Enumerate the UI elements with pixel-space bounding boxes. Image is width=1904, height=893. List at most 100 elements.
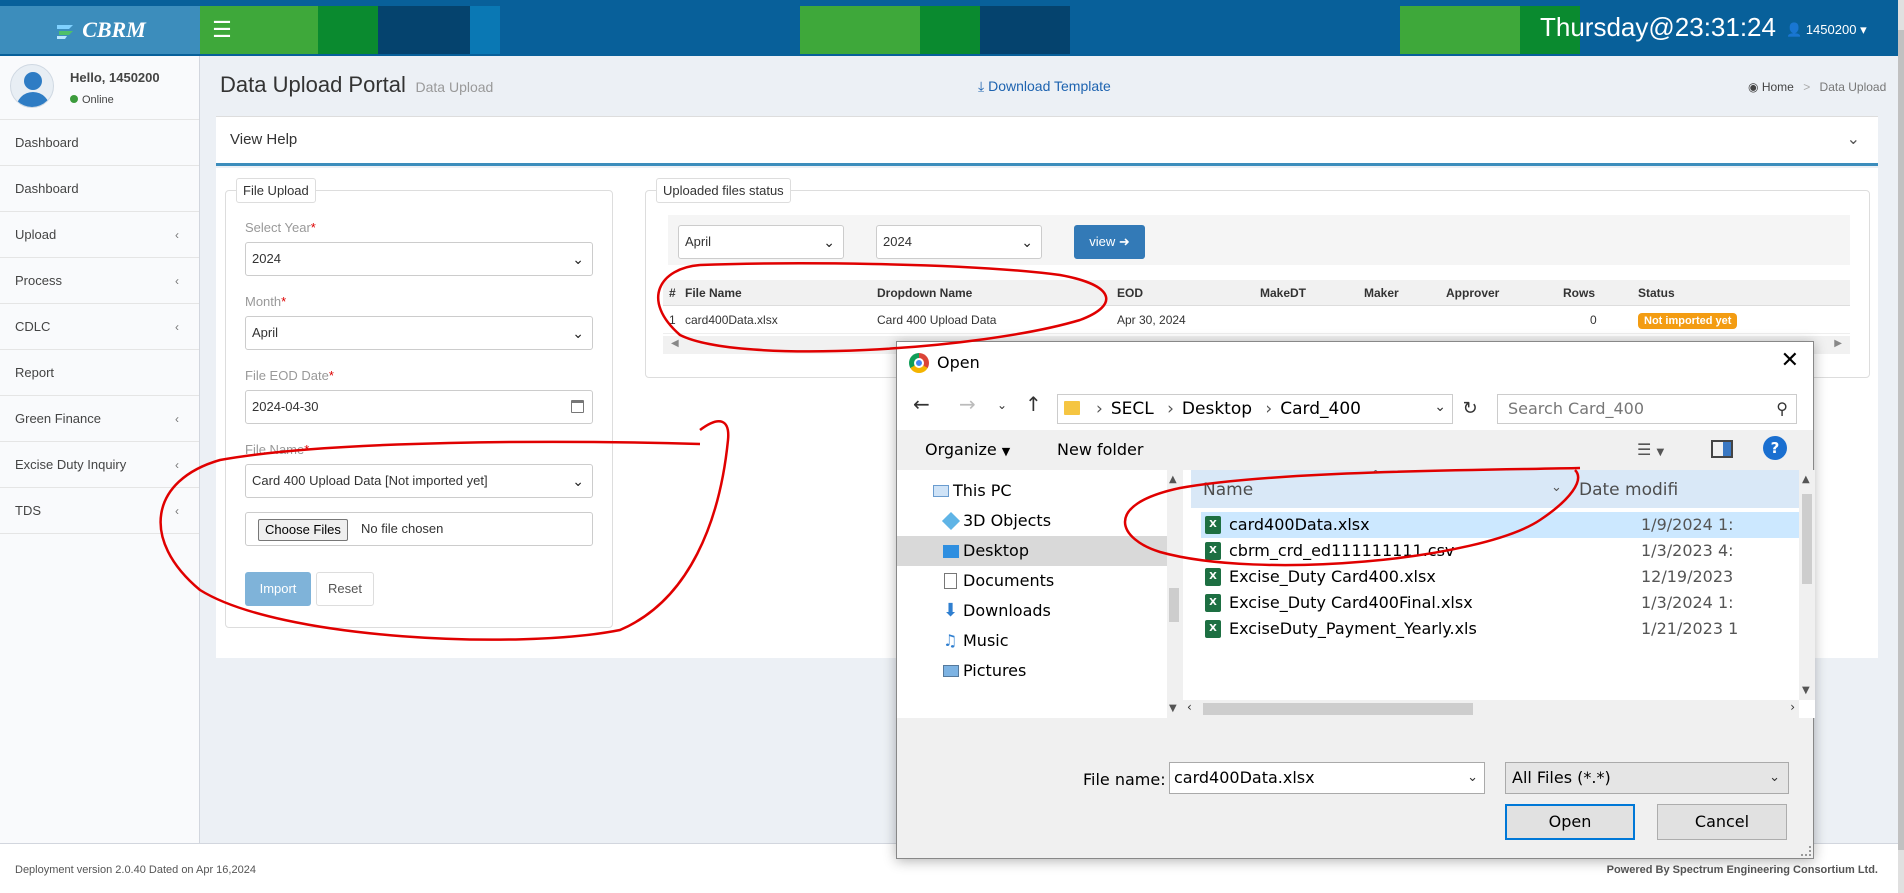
resize-grip-icon[interactable] <box>1801 846 1811 856</box>
tree-item-desktop[interactable]: Desktop <box>897 536 1167 566</box>
sidebar-item-green-finance[interactable]: Green Finance ‹ <box>0 396 199 442</box>
column-header-file-name: File Name <box>685 286 742 300</box>
sidebar-item-report[interactable]: Report <box>0 350 199 396</box>
change-view-icon[interactable]: ☰ ▼ <box>1637 440 1664 459</box>
scroll-down-icon[interactable]: ▼ <box>1802 685 1810 696</box>
sidebar-item-dashboard[interactable]: Dashboard <box>0 120 199 166</box>
reset-button[interactable]: Reset <box>316 572 374 606</box>
status-month-select[interactable]: April ⌄ <box>678 225 844 259</box>
status-year-select[interactable]: 2024 ⌄ <box>876 225 1042 259</box>
tree-item-documents[interactable]: Documents <box>897 566 1167 596</box>
download-template-link[interactable]: ⤓ Download Template <box>978 78 1111 95</box>
year-select[interactable]: 2024 ⌄ <box>245 242 593 276</box>
tree-item-downloads[interactable]: ⬇ Downloads <box>897 596 1167 626</box>
import-button[interactable]: Import <box>245 572 311 606</box>
file-name-select[interactable]: Card 400 Upload Data [Not imported yet] ⌄ <box>245 464 593 498</box>
refresh-icon[interactable]: ↻ <box>1457 394 1483 424</box>
scroll-left-icon[interactable]: ◀ <box>671 338 679 349</box>
file-row[interactable]: X cbrm_crd_ed111111111.csv <box>1201 538 1629 564</box>
file-row[interactable]: X Excise_Duty Card400.xlsx <box>1201 564 1629 590</box>
back-arrow-icon[interactable]: ← <box>913 392 930 416</box>
scroll-up-icon[interactable]: ▲ <box>1802 474 1810 485</box>
tree-item-3d-objects[interactable]: 3D Objects <box>897 506 1167 536</box>
file-row-date-cell[interactable]: 1/9/2024 1: <box>1629 512 1799 538</box>
file-row-date-cell[interactable]: 1/3/2023 4: <box>1629 538 1799 564</box>
scroll-right-icon[interactable]: › <box>1790 700 1795 714</box>
sidebar-item-tds[interactable]: TDS ‹ <box>0 488 199 534</box>
file-type-value: All Files (*.*) <box>1512 768 1611 787</box>
file-list-scrollbar-thumb[interactable] <box>1802 494 1812 584</box>
tree-item-this-pc[interactable]: This PC <box>897 476 1167 506</box>
search-input[interactable]: Search Card_400 ⚲ <box>1497 394 1797 424</box>
file-type-select[interactable]: All Files (*.*) ⌄ <box>1505 762 1789 794</box>
breadcrumb-home[interactable]: Home <box>1762 80 1794 94</box>
file-row-date-cell[interactable]: 12/19/2023 <box>1629 564 1799 590</box>
forward-arrow-icon[interactable]: → <box>959 392 976 416</box>
scroll-down-icon[interactable]: ▼ <box>1169 703 1177 714</box>
view-button[interactable]: view ➜ <box>1074 225 1145 259</box>
tree-item-music[interactable]: ♫ Music <box>897 626 1167 656</box>
user-panel: Hello, 1450200 Online <box>0 56 199 120</box>
file-date: 1/21/2023 1 <box>1641 619 1739 638</box>
scroll-left-icon[interactable]: ‹ <box>1187 700 1192 714</box>
file-name: cbrm_crd_ed111111111.csv <box>1229 541 1455 560</box>
file-eod-date-input[interactable]: 2024-04-30 <box>245 390 593 424</box>
view-help-panel[interactable]: View Help ⌄ <box>216 116 1878 166</box>
open-button[interactable]: Open <box>1505 804 1635 840</box>
column-header-name[interactable]: Name <box>1203 480 1253 500</box>
address-bar[interactable]: › SECL › Desktop › Card_400 ⌄ <box>1057 394 1453 424</box>
recent-locations-icon[interactable]: ⌄ <box>997 398 1007 412</box>
new-folder-button[interactable]: New folder <box>1057 440 1143 459</box>
choose-files-button[interactable]: Choose Files <box>258 519 348 541</box>
file-row-date-cell[interactable]: 1/3/2024 1: <box>1629 590 1799 616</box>
sidebar-item-process[interactable]: Process ‹ <box>0 258 199 304</box>
file-list-vertical-scrollbar[interactable]: ▲ ▼ <box>1799 470 1815 700</box>
organize-button[interactable]: Organize ▼ <box>925 440 1010 459</box>
chevron-down-icon[interactable]: ⌄ <box>1467 763 1478 793</box>
address-dropdown-icon[interactable]: ⌄ <box>1434 399 1446 415</box>
file-row-date-cell[interactable]: 1/21/2023 1 <box>1629 616 1799 642</box>
scroll-right-icon[interactable]: ▶ <box>1834 338 1842 349</box>
file-list-hscroll-thumb[interactable] <box>1203 703 1473 715</box>
sidebar-item-upload[interactable]: Upload ‹ <box>0 212 199 258</box>
calendar-icon[interactable] <box>571 400 584 413</box>
close-icon[interactable]: ✕ <box>1781 348 1799 373</box>
path-segment[interactable]: Desktop <box>1182 399 1252 419</box>
table-row[interactable]: 1 card400Data.xlsx Card 400 Upload Data … <box>663 306 1850 334</box>
month-select[interactable]: April ⌄ <box>245 316 593 350</box>
online-status-label: Online <box>82 94 114 106</box>
sidebar-item-dashboard-2[interactable]: Dashboard <box>0 166 199 212</box>
column-header-date-modified[interactable]: Date modifi <box>1579 480 1678 500</box>
chevron-down-icon[interactable]: ⌄ <box>1847 129 1860 149</box>
page-scrollbar[interactable] <box>1898 0 1904 893</box>
file-input[interactable]: Choose Files No file chosen <box>245 512 593 546</box>
sidebar-toggle-icon[interactable]: ☰ <box>208 16 236 44</box>
column-dropdown-icon[interactable]: ⌄ <box>1551 480 1562 495</box>
path-segment[interactable]: SECL <box>1111 399 1154 419</box>
navigation-pane-scrollbar-thumb[interactable] <box>1169 588 1179 622</box>
scroll-up-icon[interactable]: ▲ <box>1169 474 1177 485</box>
select-year-label: Select Year* <box>245 220 316 235</box>
download-icon: ⤓ <box>978 78 985 94</box>
navigation-pane-scrollbar[interactable]: ▲ ▼ <box>1167 470 1181 718</box>
file-name-field[interactable]: card400Data.xlsx ⌄ <box>1169 762 1485 794</box>
sidebar-item-label: CDLC <box>15 319 51 334</box>
file-list-horizontal-scrollbar[interactable]: ‹ › <box>1183 700 1799 718</box>
page-scrollbar-thumb[interactable] <box>1898 30 1904 850</box>
preview-pane-icon[interactable] <box>1711 440 1733 458</box>
cancel-button[interactable]: Cancel <box>1657 804 1787 840</box>
file-row[interactable]: X ExciseDuty_Payment_Yearly.xls <box>1201 616 1629 642</box>
user-menu[interactable]: 👤 1450200 ▾ <box>1786 22 1867 38</box>
file-name-field-value: card400Data.xlsx <box>1174 768 1315 787</box>
path-segment[interactable]: Card_400 <box>1280 399 1361 419</box>
file-row[interactable]: X card400Data.xlsx <box>1201 512 1629 538</box>
sidebar-item-cdlc[interactable]: CDLC ‹ <box>0 304 199 350</box>
column-header-approver: Approver <box>1446 286 1500 300</box>
file-name-select-value: Card 400 Upload Data [Not imported yet] <box>252 473 488 488</box>
file-row[interactable]: X Excise_Duty Card400Final.xlsx <box>1201 590 1629 616</box>
tree-item-pictures[interactable]: Pictures <box>897 656 1167 686</box>
brand-logo[interactable]: CBRM <box>0 6 200 54</box>
up-arrow-icon[interactable]: ↑ <box>1025 392 1042 416</box>
sidebar-item-excise-duty-inquiry[interactable]: Excise Duty Inquiry ‹ <box>0 442 199 488</box>
help-icon[interactable]: ? <box>1763 436 1787 460</box>
